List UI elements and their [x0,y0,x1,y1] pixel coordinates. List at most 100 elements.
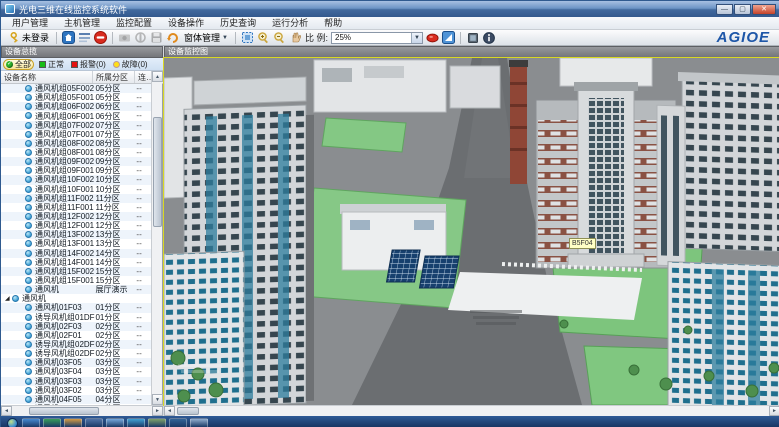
device-conn: -- [136,166,152,175]
taskbar-app-icon[interactable] [148,418,166,427]
scale-combobox[interactable]: 25% ▼ [331,32,423,44]
column-header-conn[interactable]: 连… [135,71,152,83]
window-manage-label: 窗体管理 [184,31,220,44]
device-zone: 展厅演示 [95,284,136,295]
scroll-right-icon[interactable]: ► [769,406,779,416]
menu-item[interactable]: 监控配置 [109,17,159,29]
scroll-up-icon[interactable]: ▲ [152,71,163,82]
device-conn: -- [136,313,152,322]
taskbar-app-icon[interactable] [190,418,208,427]
scroll-down-icon[interactable]: ▼ [152,394,163,405]
device-status-icon [25,140,32,147]
menu-item[interactable]: 运行分析 [265,17,315,29]
device-conn: -- [136,175,152,184]
building-label[interactable]: B5F04 [569,238,596,249]
column-header-zone[interactable]: 所属分区 [93,71,135,83]
taskbar-app-icon[interactable] [43,418,61,427]
status-filter-label: 报警(0) [80,59,106,70]
device-conn: -- [136,331,152,340]
login-button[interactable]: 未登录 [5,31,51,45]
status-filter-button[interactable]: 正常 [37,59,66,70]
home-button[interactable] [62,31,75,44]
menu-bar: 用户管理主机管理监控配置设备操作历史查询运行分析帮助 [1,17,779,30]
scrollbar-thumb[interactable] [153,117,162,227]
device-conn: -- [136,221,152,230]
status-filter-button[interactable]: ✓全部 [3,59,34,70]
device-status-icon [25,222,32,229]
monitor-3d-viewport[interactable]: B5F04 [164,58,779,405]
status-filter-label: 正常 [48,59,64,70]
status-filter-label: 全部 [15,59,31,70]
red-marker-icon[interactable] [461,224,468,236]
pan-hand-button[interactable] [289,31,302,44]
device-list-icon[interactable] [78,31,91,44]
title-bar[interactable]: 光电三维在线监控系统软件 — ▢ ✕ [1,1,779,17]
scroll-right-icon[interactable]: ► [152,406,163,416]
device-status-icon [25,149,32,156]
status-filter-button[interactable]: 故障(0) [111,59,150,70]
column-header-name[interactable]: 设备名称 [1,71,93,83]
expand-arrow-icon[interactable]: ◢ [5,295,12,303]
right-towers [657,71,779,405]
scrollbar-thumb[interactable] [177,407,199,415]
device-status-icon [25,195,32,202]
device-status-icon [25,396,32,403]
ruler-tool-icon[interactable] [442,31,455,44]
zoom-in-button[interactable] [257,31,270,44]
scrollbar-thumb[interactable] [29,407,99,415]
taskbar-app-icon[interactable] [22,418,40,427]
chevron-down-icon[interactable]: ▼ [411,33,422,43]
device-conn: -- [136,267,152,276]
taskbar-app-icon[interactable] [85,418,103,427]
taskbar-app-icon[interactable] [64,418,82,427]
minimize-button[interactable]: — [716,4,733,15]
select-region-button[interactable] [241,31,254,44]
horizontal-scrollbar[interactable]: ◄ ► [164,405,779,416]
device-status-icon [25,314,32,321]
menu-item[interactable]: 历史查询 [213,17,263,29]
toolbar-separator [235,32,236,44]
maximize-button[interactable]: ▢ [734,4,751,15]
vertical-scrollbar[interactable]: ▲ ▼ [151,71,162,405]
device-conn: -- [136,230,152,239]
device-table-body: 通风机组05F002 05分区 -- 通风机组05F001 05分区 -- 通风… [1,84,152,405]
device-status-icon [25,359,32,366]
close-button[interactable]: ✕ [752,4,776,15]
undo-icon[interactable] [166,31,179,44]
snapshot-icon[interactable] [466,31,479,44]
stop-button[interactable] [94,31,107,44]
device-status-icon [25,268,32,275]
scroll-left-icon[interactable]: ◄ [1,406,12,416]
scroll-left-icon[interactable]: ◄ [164,406,175,416]
device-conn: -- [136,121,152,130]
status-swatch-icon [71,61,78,68]
taskbar-app-icon[interactable] [169,418,187,427]
device-status-icon [25,103,32,110]
taskbar-app-icon[interactable] [127,418,145,427]
info-button[interactable] [482,31,495,44]
horizontal-scrollbar[interactable]: ◄ ► [1,405,163,416]
device-conn: -- [136,203,152,212]
status-filter-button[interactable]: 报警(0) [69,59,108,70]
menu-item[interactable]: 主机管理 [57,17,107,29]
device-conn: -- [136,386,152,395]
menu-item[interactable]: 用户管理 [5,17,55,29]
window-manage-button[interactable]: 窗体管理 ▼ [182,31,230,45]
device-status-icon [25,387,32,394]
start-button[interactable] [7,418,18,427]
taskbar-app-icon[interactable] [106,418,124,427]
menu-item[interactable]: 帮助 [317,17,349,29]
application-window: 光电三维在线监控系统软件 — ▢ ✕ 用户管理主机管理监控配置设备操作历史查询运… [0,0,779,427]
device-status-icon [25,122,32,129]
zoom-out-button[interactable] [273,31,286,44]
windows-taskbar[interactable] [1,416,779,427]
device-conn: -- [136,303,152,312]
device-status-icon [25,231,32,238]
device-status-icon [25,378,32,385]
device-status-icon [25,250,32,257]
status-swatch-icon [39,61,46,68]
device-tree-panel: ✓全部 正常 报警(0) 故障(0) 设备名称 所属分区 连… 通风机组05F002 … [1,58,163,416]
menu-item[interactable]: 设备操作 [161,17,211,29]
red-marker-tool-icon[interactable] [426,31,439,44]
device-status-icon [25,350,32,357]
